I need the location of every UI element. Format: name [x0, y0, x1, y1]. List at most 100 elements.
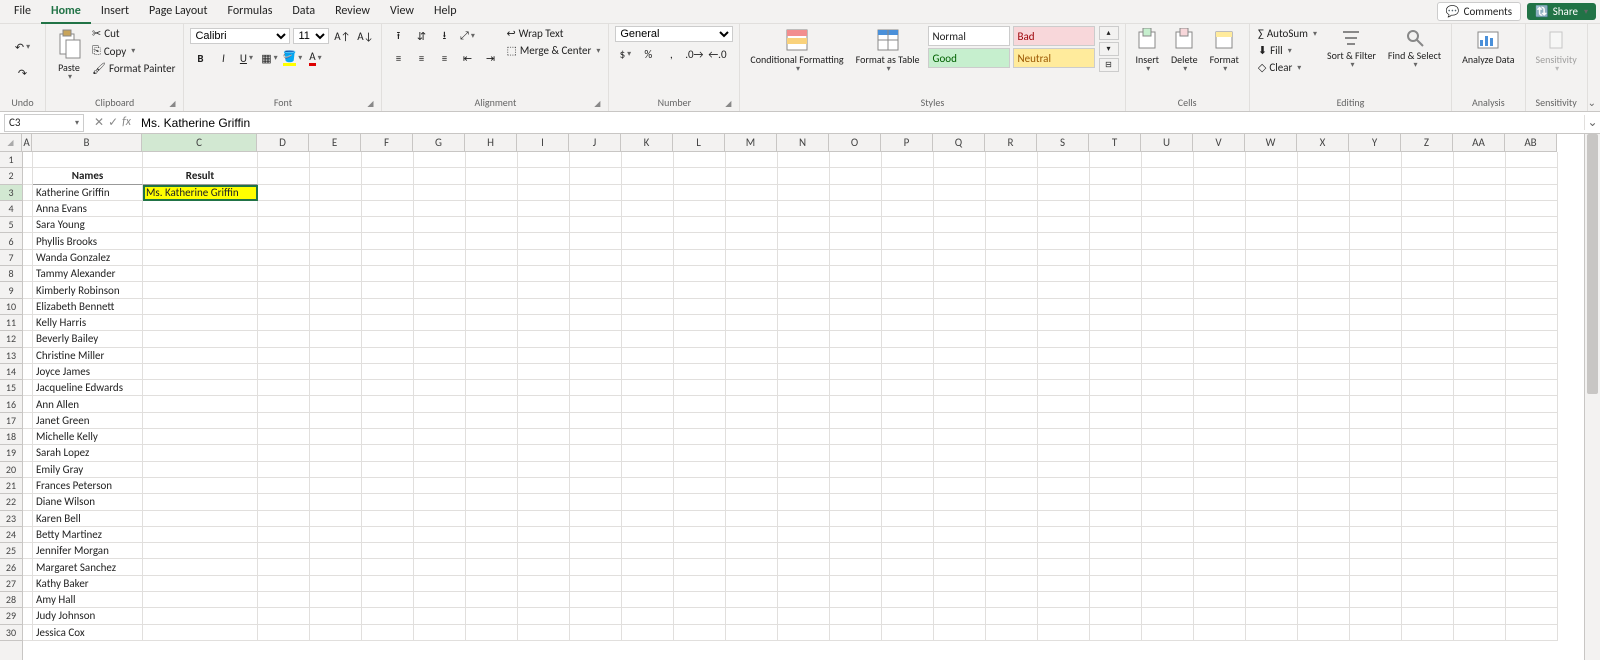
cell-AB2[interactable] [1506, 168, 1558, 184]
cell-S10[interactable] [1038, 299, 1090, 315]
cell-O12[interactable] [830, 331, 882, 347]
cell-AA19[interactable] [1454, 445, 1506, 461]
cell-Z7[interactable] [1402, 250, 1454, 266]
cell-X2[interactable] [1298, 168, 1350, 184]
cell-T5[interactable] [1090, 217, 1142, 233]
col-header-C[interactable]: C [142, 134, 257, 151]
cell-Q19[interactable] [934, 445, 986, 461]
cell-H26[interactable] [466, 559, 518, 575]
cell-S23[interactable] [1038, 511, 1090, 527]
cell-W6[interactable] [1246, 233, 1298, 249]
cell-V1[interactable] [1194, 152, 1246, 168]
cell-A23[interactable] [23, 511, 33, 527]
cell-Q16[interactable] [934, 396, 986, 412]
cell-E8[interactable] [310, 266, 362, 282]
cell-AB12[interactable] [1506, 331, 1558, 347]
cell-V6[interactable] [1194, 233, 1246, 249]
cell-A3[interactable] [23, 185, 33, 201]
cell-N15[interactable] [778, 380, 830, 396]
cell-P21[interactable] [882, 478, 934, 494]
cell-X27[interactable] [1298, 576, 1350, 592]
cell-U17[interactable] [1142, 413, 1194, 429]
cell-P14[interactable] [882, 364, 934, 380]
cell-I18[interactable] [518, 429, 570, 445]
cell-P15[interactable] [882, 380, 934, 396]
cell-S16[interactable] [1038, 396, 1090, 412]
align-top-button[interactable]: ⭱ [388, 26, 408, 46]
cell-P28[interactable] [882, 592, 934, 608]
cell-D30[interactable] [258, 625, 310, 641]
tab-insert[interactable]: Insert [91, 0, 139, 24]
cell-Y6[interactable] [1350, 233, 1402, 249]
format-cells-button[interactable]: Format▾ [1206, 26, 1243, 76]
cell-E12[interactable] [310, 331, 362, 347]
cell-I20[interactable] [518, 462, 570, 478]
cell-G20[interactable] [414, 462, 466, 478]
cell-AB30[interactable] [1506, 625, 1558, 641]
cell-T13[interactable] [1090, 348, 1142, 364]
cell-V3[interactable] [1194, 185, 1246, 201]
row-header-2[interactable]: 2 [0, 168, 22, 184]
cell-D8[interactable] [258, 266, 310, 282]
cell-W16[interactable] [1246, 396, 1298, 412]
cell-P22[interactable] [882, 494, 934, 510]
cell-C25[interactable] [143, 543, 258, 559]
cell-U5[interactable] [1142, 217, 1194, 233]
cell-Z8[interactable] [1402, 266, 1454, 282]
cell-K17[interactable] [622, 413, 674, 429]
cell-I17[interactable] [518, 413, 570, 429]
cell-AB16[interactable] [1506, 396, 1558, 412]
cell-V8[interactable] [1194, 266, 1246, 282]
style-good[interactable]: Good [928, 48, 1010, 68]
cell-U19[interactable] [1142, 445, 1194, 461]
cell-O28[interactable] [830, 592, 882, 608]
col-header-Q[interactable]: Q [933, 134, 985, 151]
cell-A8[interactable] [23, 266, 33, 282]
cell-O20[interactable] [830, 462, 882, 478]
cell-M24[interactable] [726, 527, 778, 543]
cell-Y24[interactable] [1350, 527, 1402, 543]
cell-L19[interactable] [674, 445, 726, 461]
cell-S1[interactable] [1038, 152, 1090, 168]
cell-P17[interactable] [882, 413, 934, 429]
cell-W23[interactable] [1246, 511, 1298, 527]
cell-L26[interactable] [674, 559, 726, 575]
cell-T17[interactable] [1090, 413, 1142, 429]
cell-J5[interactable] [570, 217, 622, 233]
formula-expand-button[interactable]: ⌄ [1584, 115, 1600, 130]
cell-Y20[interactable] [1350, 462, 1402, 478]
cell-H13[interactable] [466, 348, 518, 364]
cell-X5[interactable] [1298, 217, 1350, 233]
share-button[interactable]: 🔃 Share▾ [1527, 3, 1596, 20]
cell-K3[interactable] [622, 185, 674, 201]
align-bottom-button[interactable]: ⭳ [434, 26, 454, 46]
cell-R30[interactable] [986, 625, 1038, 641]
cell-D1[interactable] [258, 152, 310, 168]
cell-Z27[interactable] [1402, 576, 1454, 592]
cell-AB4[interactable] [1506, 201, 1558, 217]
cell-I2[interactable] [518, 168, 570, 184]
cell-W14[interactable] [1246, 364, 1298, 380]
bold-button[interactable]: B [190, 48, 210, 68]
cell-U20[interactable] [1142, 462, 1194, 478]
cell-R5[interactable] [986, 217, 1038, 233]
cell-H6[interactable] [466, 233, 518, 249]
cell-J20[interactable] [570, 462, 622, 478]
style-normal[interactable]: Normal [928, 26, 1010, 46]
cell-J10[interactable] [570, 299, 622, 315]
cell-S19[interactable] [1038, 445, 1090, 461]
cell-AA20[interactable] [1454, 462, 1506, 478]
cell-O30[interactable] [830, 625, 882, 641]
tab-review[interactable]: Review [325, 0, 380, 24]
cell-B21[interactable]: Frances Peterson [33, 478, 143, 494]
cell-Y1[interactable] [1350, 152, 1402, 168]
cell-O27[interactable] [830, 576, 882, 592]
align-center-button[interactable]: ≡ [411, 48, 431, 68]
tab-page-layout[interactable]: Page Layout [139, 0, 217, 24]
cell-N3[interactable] [778, 185, 830, 201]
cell-T7[interactable] [1090, 250, 1142, 266]
row-header-24[interactable]: 24 [0, 527, 22, 543]
cell-W7[interactable] [1246, 250, 1298, 266]
cell-D12[interactable] [258, 331, 310, 347]
cell-I19[interactable] [518, 445, 570, 461]
